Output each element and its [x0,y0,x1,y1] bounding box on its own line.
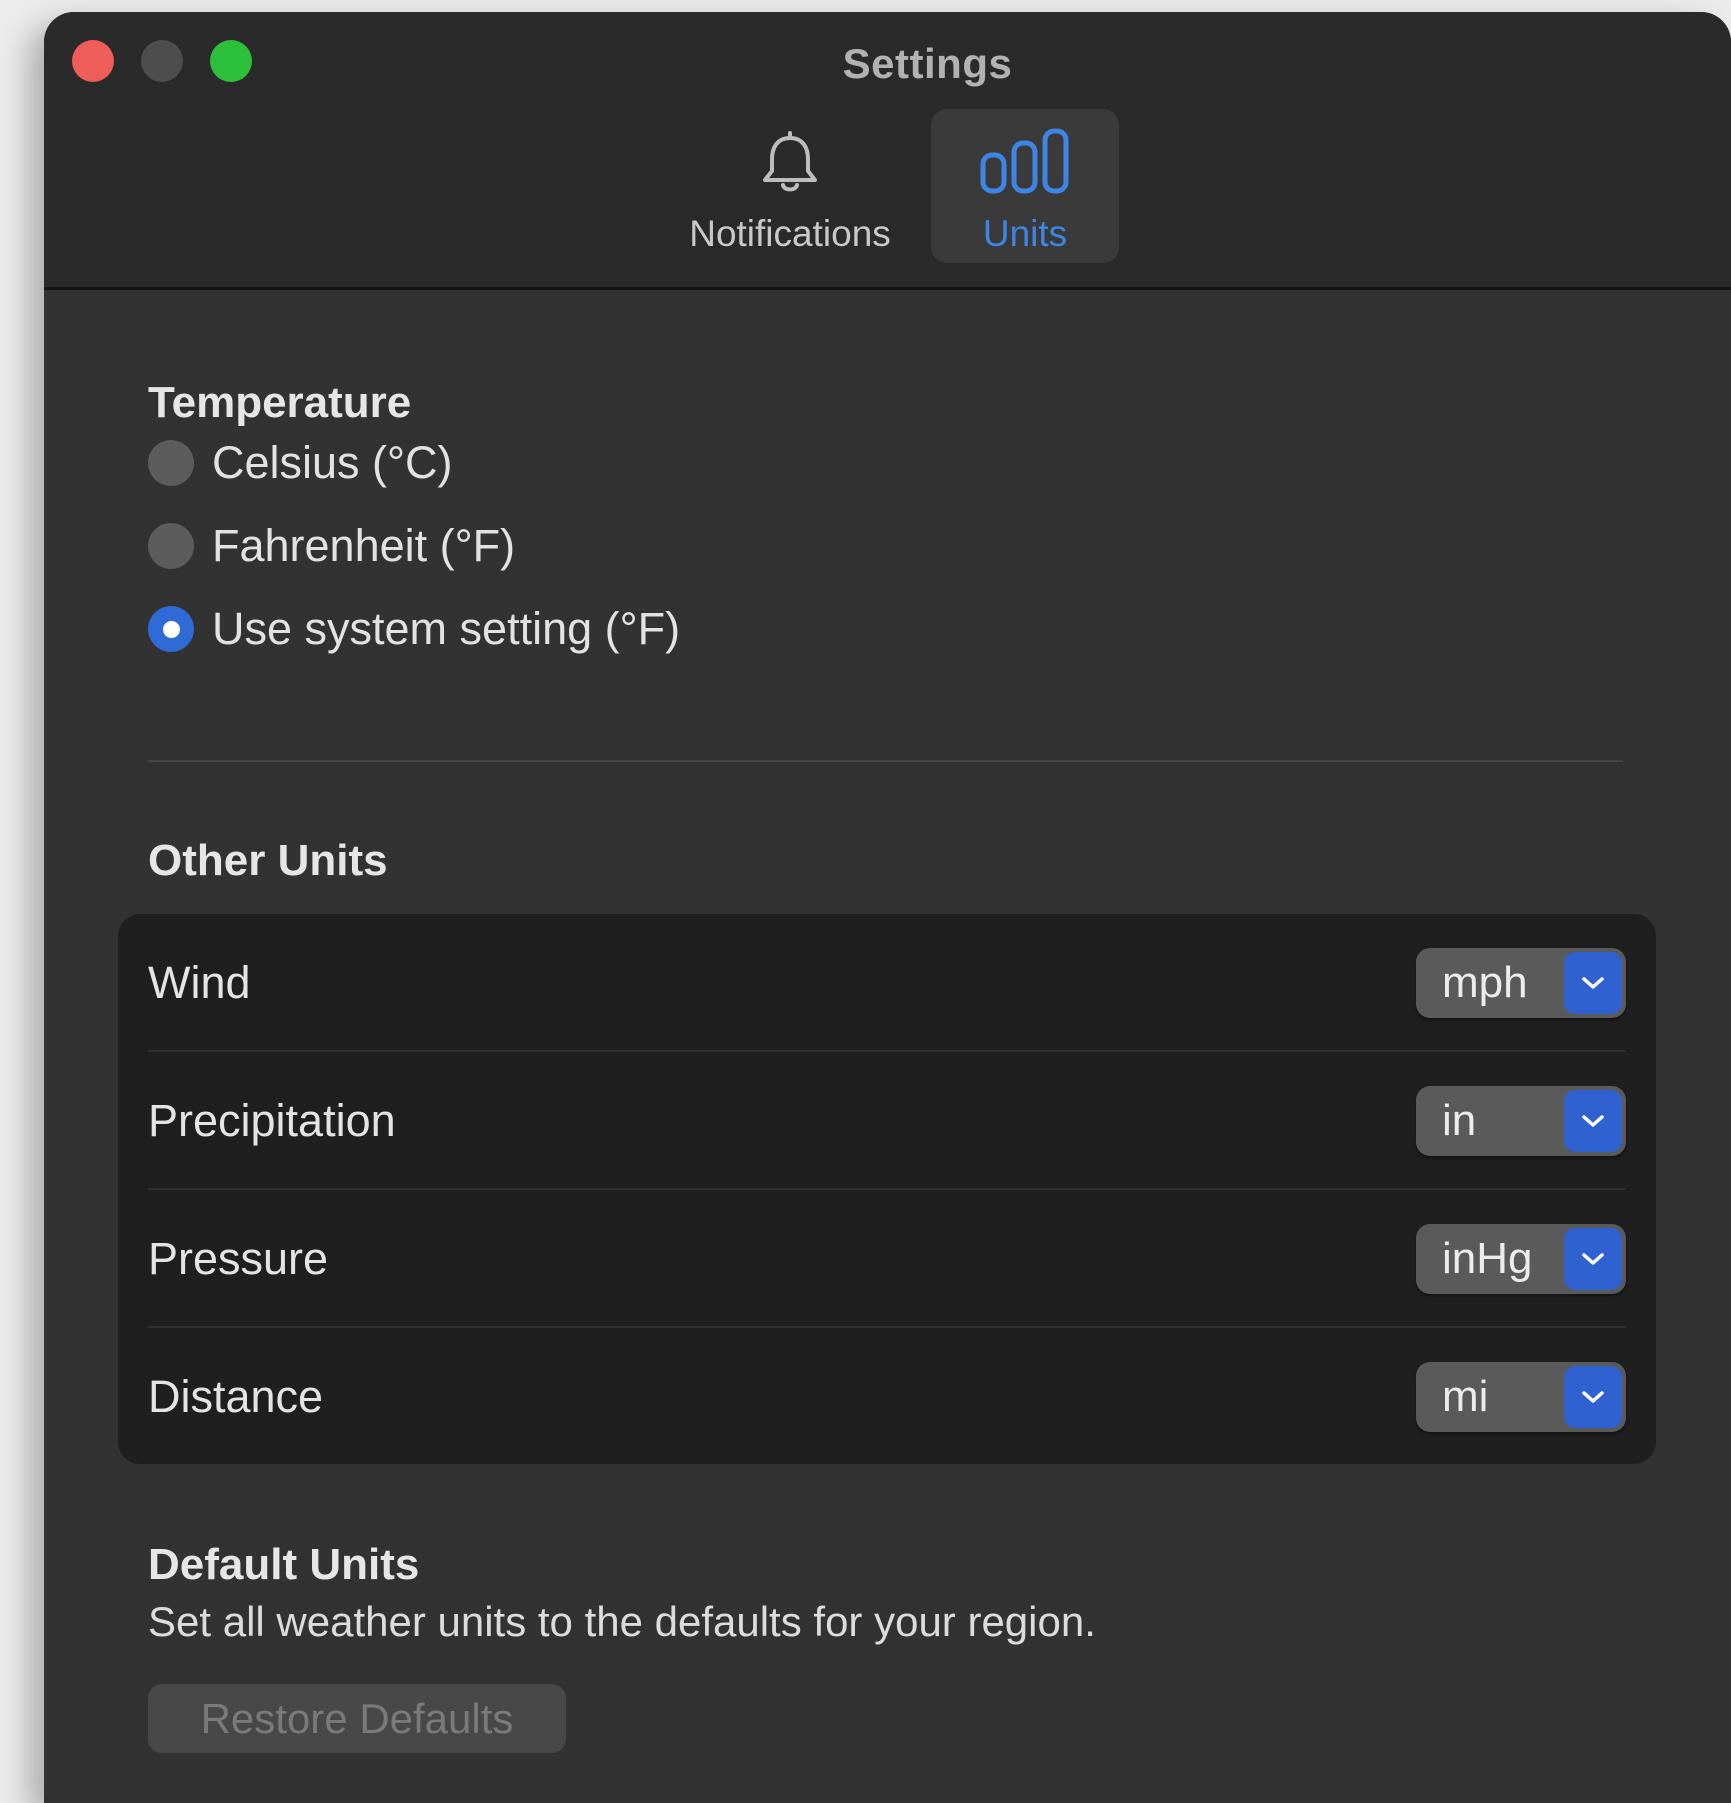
pressure-label: Pressure [148,1233,329,1284]
radio-celsius[interactable]: Celsius (°C) [148,435,453,491]
wind-unit-value: mph [1442,958,1528,1007]
radio-label-celsius: Celsius (°C) [212,437,453,488]
chevron-down-icon[interactable] [1564,1090,1622,1152]
distance-label: Distance [148,1371,324,1422]
wind-unit-popup[interactable]: mph [1416,948,1626,1018]
restore-defaults-button[interactable]: Restore Defaults [148,1684,566,1753]
chevron-down-icon[interactable] [1564,1366,1622,1428]
default-units-description: Set all weather units to the defaults fo… [148,1598,1096,1645]
default-units-heading: Default Units [148,1540,420,1589]
wind-label: Wind [148,957,251,1008]
unit-row-precipitation: Precipitation in [148,1052,1626,1190]
other-units-panel: Wind mph Precipitation in Pressure inHg … [118,914,1656,1464]
bar-chart-icon [977,127,1073,202]
tab-notifications[interactable]: Notifications [665,109,915,263]
tab-label-units: Units [982,213,1068,254]
tab-label-notifications: Notifications [689,213,891,254]
unit-row-distance: Distance mi [148,1328,1626,1466]
unit-row-pressure: Pressure inHg [148,1190,1626,1328]
temperature-heading: Temperature [148,378,412,427]
other-units-heading: Other Units [148,836,388,885]
precipitation-unit-popup[interactable]: in [1416,1086,1626,1156]
radio-button[interactable] [148,440,194,486]
titlebar: Settings Notifications Units [44,12,1731,290]
pressure-unit-value: inHg [1442,1234,1533,1283]
precipitation-unit-value: in [1442,1096,1477,1145]
precipitation-label: Precipitation [148,1095,396,1146]
radio-label-system-setting: Use system setting (°F) [212,603,681,654]
pressure-unit-popup[interactable]: inHg [1416,1224,1626,1294]
radio-label-fahrenheit: Fahrenheit (°F) [212,520,516,571]
section-divider [148,760,1623,762]
bell-icon [755,127,825,202]
chevron-down-icon[interactable] [1564,952,1622,1014]
units-pane: Temperature Celsius (°C) Fahrenheit (°F)… [44,290,1731,1803]
radio-button[interactable] [148,523,194,569]
unit-row-wind: Wind mph [148,914,1626,1052]
distance-unit-value: mi [1442,1372,1489,1421]
radio-button-checked[interactable] [148,606,194,652]
distance-unit-popup[interactable]: mi [1416,1362,1626,1432]
radio-fahrenheit[interactable]: Fahrenheit (°F) [148,518,515,574]
settings-window: Settings Notifications Units Temperature… [44,12,1731,1803]
tab-units[interactable]: Units [931,109,1119,263]
chevron-down-icon[interactable] [1564,1228,1622,1290]
window-title: Settings [842,40,1013,87]
radio-system-setting[interactable]: Use system setting (°F) [148,601,680,657]
